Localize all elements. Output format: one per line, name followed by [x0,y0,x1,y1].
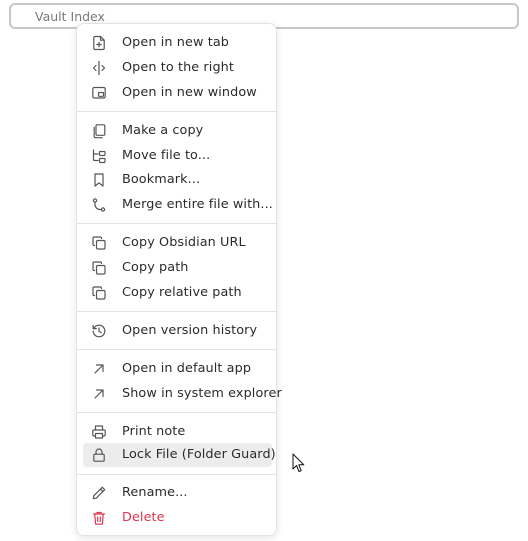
menu-item-label: Open in default app [122,361,252,376]
menu-item-label: Print note [122,424,186,439]
menu-item-move-file[interactable]: Move file to... [83,144,210,168]
app-window: Vault Index Open in new tab Open to the … [0,0,528,541]
menu-item-show-system-explorer[interactable]: Show in system explorer [83,382,282,406]
menu-separator [77,474,276,475]
menu-item-label: Open in new window [122,85,257,100]
menu-separator [77,349,276,350]
menu-item-label: Copy relative path [122,285,242,300]
mouse-cursor-icon [292,453,305,472]
menu-item-label: Move file to... [122,148,211,163]
bookmark-icon [91,172,107,188]
menu-item-make-copy[interactable]: Make a copy [83,119,203,143]
menu-item-label: Rename... [122,485,188,500]
menu-item-merge-file[interactable]: Merge entire file with... [83,193,273,217]
menu-item-label: Open to the right [122,60,234,75]
folder-tree-icon [91,148,107,164]
copy-icon [91,235,107,251]
menu-item-label: Open in new tab [122,35,229,50]
arrow-up-right-icon [91,361,107,377]
menu-item-open-new-tab[interactable]: Open in new tab [83,31,229,55]
menu-item-open-to-right[interactable]: Open to the right [83,56,234,80]
menu-item-label: Lock File (Folder Guard) [122,447,276,462]
menu-item-label: Delete [122,510,165,525]
git-merge-icon [91,197,107,213]
menu-item-label: Bookmark... [122,172,201,187]
menu-item-label: Show in system explorer [122,386,282,401]
menu-separator [77,311,276,312]
split-view-icon [91,60,107,76]
pencil-icon [91,485,107,501]
new-window-icon [91,85,107,101]
menu-item-bookmark[interactable]: Bookmark... [83,168,200,192]
arrow-up-right-icon [91,386,107,402]
menu-item-open-default-app[interactable]: Open in default app [83,357,251,381]
menu-item-label: Open version history [122,323,258,338]
printer-icon [91,424,107,440]
menu-item-print-note[interactable]: Print note [83,420,185,444]
menu-item-label: Copy path [122,260,189,275]
menu-item-label: Merge entire file with... [122,197,273,212]
menu-item-label: Make a copy [122,123,204,138]
menu-item-delete[interactable]: Delete [83,506,165,530]
trash-icon [91,510,107,526]
menu-separator [77,412,276,413]
file-plus-icon [91,35,107,51]
file-context-menu: Open in new tab Open to the right Open i… [76,23,282,536]
menu-item-label: Copy Obsidian URL [122,235,246,250]
menu-separator [77,111,276,112]
menu-item-copy-obsidian-url[interactable]: Copy Obsidian URL [83,231,246,255]
lock-icon [91,447,107,463]
menu-item-copy-path[interactable]: Copy path [83,256,189,280]
menu-item-lock-file[interactable]: Lock File (Folder Guard) [83,443,276,467]
copy-icon [91,260,107,276]
copy-file-icon [91,123,107,139]
menu-item-copy-relative-path[interactable]: Copy relative path [83,281,242,305]
history-icon [91,323,107,339]
menu-item-version-history[interactable]: Open version history [83,319,257,343]
menu-item-open-new-window[interactable]: Open in new window [83,81,257,105]
copy-icon [91,285,107,301]
menu-separator [77,223,276,224]
menu-item-rename[interactable]: Rename... [83,481,188,505]
